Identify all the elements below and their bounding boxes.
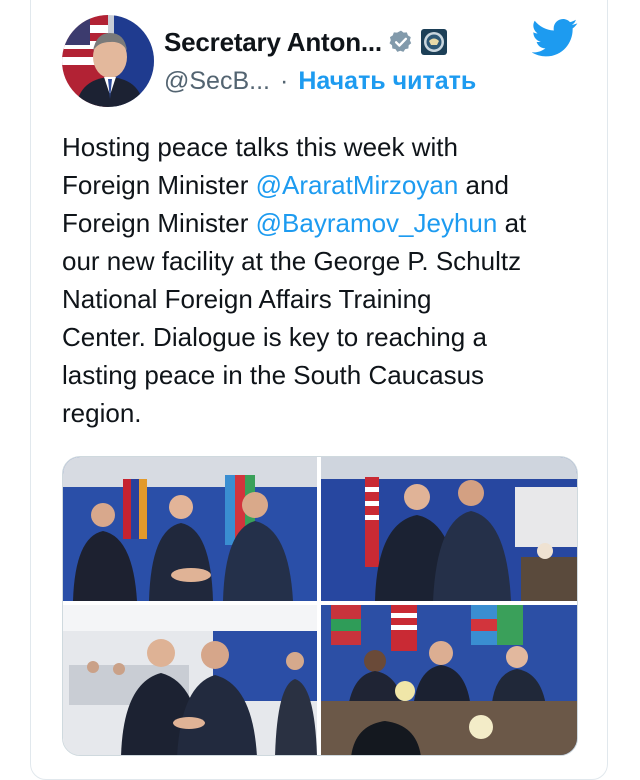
separator-dot: · <box>279 66 289 95</box>
avatar[interactable] <box>62 15 154 107</box>
photo-meeting-table[interactable] <box>321 605 577 755</box>
follow-button[interactable]: Начать читать <box>298 67 476 96</box>
photo-handshake-three-ministers[interactable] <box>63 457 317 601</box>
mention-link[interactable]: @AraratMirzoyan <box>256 170 459 200</box>
author-handle[interactable]: @SecB... <box>164 67 270 96</box>
photo-handshake-conversation[interactable] <box>321 457 577 601</box>
media-grid <box>62 456 578 756</box>
tweet-text-segment: at our new facility at the George P. Sch… <box>62 208 527 428</box>
verified-badge-icon <box>388 29 414 55</box>
us-state-department-seal-icon <box>420 28 448 56</box>
display-name[interactable]: Secretary Anton... <box>164 27 382 58</box>
photo-handshake-office[interactable] <box>63 605 317 755</box>
twitter-bird-icon[interactable] <box>531 18 578 63</box>
mention-link[interactable]: @Bayramov_Jeyhun <box>256 208 498 238</box>
tweet-text: Hosting peace talks this week with Forei… <box>62 128 592 432</box>
